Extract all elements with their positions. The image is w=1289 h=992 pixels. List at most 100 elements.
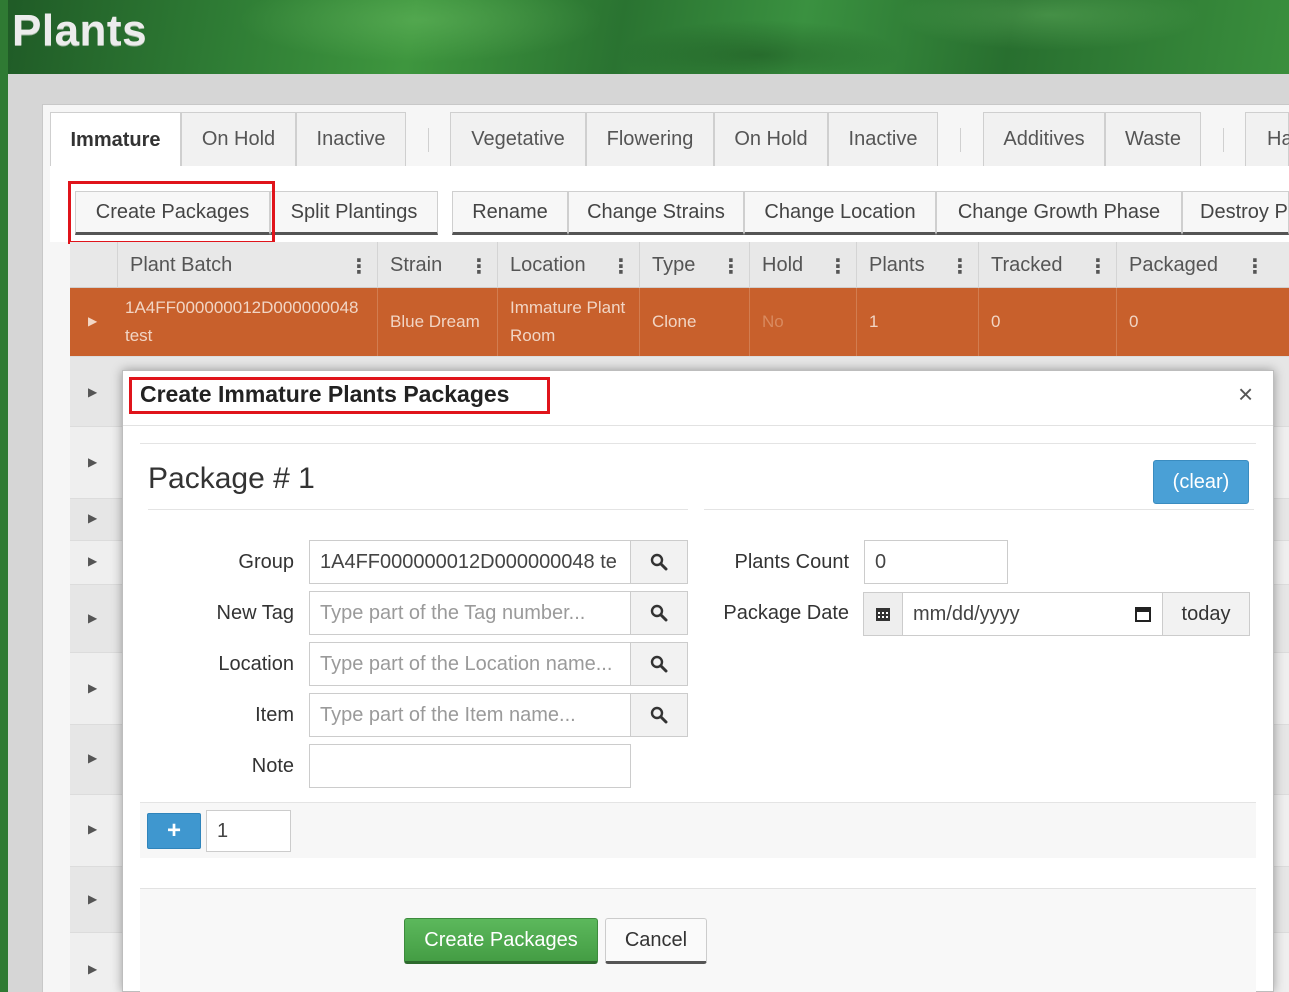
- group-input[interactable]: 1A4FF000000012D000000048 te: [309, 540, 631, 584]
- note-label: Note: [251, 755, 294, 777]
- new-tag-search-button[interactable]: [630, 591, 688, 635]
- group-search-button[interactable]: [630, 540, 688, 584]
- new-tag-label: New Tag: [216, 602, 294, 624]
- calendar-addon: [863, 592, 903, 636]
- tab-waste[interactable]: Waste: [1105, 112, 1201, 166]
- tab-separator: [1223, 128, 1224, 152]
- expand-row-icon[interactable]: ▶: [88, 455, 97, 469]
- modal-title: Create Immature Plants Packages: [140, 381, 510, 407]
- change-growth-phase-button[interactable]: Change Growth Phase: [936, 191, 1182, 235]
- tab-inactive-2[interactable]: Inactive: [828, 112, 938, 166]
- today-button[interactable]: today: [1162, 592, 1250, 636]
- expand-row-icon[interactable]: ▶: [88, 962, 97, 976]
- clear-button[interactable]: (clear): [1153, 460, 1249, 504]
- plus-icon: +: [166, 817, 181, 844]
- column-label: Type: [652, 253, 696, 276]
- cell-plant-batch: 1A4FF000000012D000000048 test: [113, 288, 377, 356]
- column-location[interactable]: Location ⋮: [497, 242, 639, 288]
- date-placeholder: mm/dd/yyyy: [913, 602, 1020, 625]
- group-label: Group: [238, 551, 294, 573]
- column-strain[interactable]: Strain ⋮: [377, 242, 497, 288]
- column-menu-icon[interactable]: ⋮: [721, 254, 741, 279]
- create-packages-button[interactable]: Create Packages: [75, 191, 270, 235]
- column-menu-icon[interactable]: ⋮: [349, 254, 369, 279]
- column-plant-batch[interactable]: Plant Batch ⋮: [117, 242, 377, 288]
- tab-immature[interactable]: Immature: [50, 112, 181, 168]
- expand-row-icon[interactable]: ▶: [88, 751, 97, 765]
- column-packaged[interactable]: Packaged ⋮: [1116, 242, 1273, 288]
- location-label: Location: [218, 653, 294, 675]
- new-tag-input[interactable]: Type part of the Tag number...: [309, 591, 631, 635]
- tab-separator: [428, 128, 429, 152]
- rename-button[interactable]: Rename: [452, 191, 568, 235]
- package-title: Package # 1: [148, 462, 315, 495]
- split-plantings-button[interactable]: Split Plantings: [270, 191, 438, 235]
- column-type[interactable]: Type ⋮: [639, 242, 749, 288]
- cell-plants: 1: [856, 288, 978, 356]
- change-strains-button[interactable]: Change Strains: [568, 191, 744, 235]
- column-plants[interactable]: Plants ⋮: [856, 242, 978, 288]
- expand-row-icon[interactable]: ▶: [88, 511, 97, 525]
- tab-inactive[interactable]: Inactive: [296, 112, 406, 166]
- plants-count-input[interactable]: 0: [864, 540, 1008, 584]
- create-packages-submit-button[interactable]: Create Packages: [404, 918, 598, 964]
- expand-row-icon[interactable]: ▶: [88, 892, 97, 906]
- location-line2: Room: [510, 326, 556, 345]
- column-label: Tracked: [991, 253, 1063, 276]
- close-icon[interactable]: ×: [1238, 379, 1253, 410]
- item-input[interactable]: Type part of the Item name...: [309, 693, 631, 737]
- note-input[interactable]: [309, 744, 631, 788]
- tab-separator: [960, 128, 961, 152]
- column-label: Strain: [390, 253, 443, 276]
- search-icon: [650, 553, 668, 571]
- column-label: Hold: [762, 253, 804, 276]
- expand-row-icon[interactable]: ▶: [88, 554, 97, 568]
- column-hold[interactable]: Hold ⋮: [749, 242, 856, 288]
- plant-batch-id: 1A4FF000000012D000000048: [125, 298, 359, 317]
- tab-on-hold-2[interactable]: On Hold: [714, 112, 828, 166]
- tab-on-hold[interactable]: On Hold: [181, 112, 296, 166]
- package-title-divider: [148, 509, 688, 510]
- left-rail: [0, 0, 8, 992]
- column-menu-icon[interactable]: ⋮: [469, 254, 489, 279]
- add-count-input[interactable]: 1: [206, 810, 291, 852]
- column-menu-icon[interactable]: ⋮: [1245, 254, 1265, 279]
- expand-row-icon[interactable]: ▶: [88, 385, 97, 399]
- page-header: Plants: [0, 0, 1289, 80]
- column-menu-icon[interactable]: ⋮: [828, 254, 848, 279]
- expand-row-icon[interactable]: ▶: [88, 611, 97, 625]
- location-input[interactable]: Type part of the Location name...: [309, 642, 631, 686]
- plant-batch-name: test: [125, 326, 153, 345]
- cell-location: Immature Plant Room: [497, 288, 639, 356]
- destroy-plants-button[interactable]: Destroy P: [1182, 191, 1289, 235]
- column-label: Plant Batch: [130, 253, 233, 276]
- package-date-input[interactable]: mm/dd/yyyy: [902, 592, 1163, 636]
- column-label: Location: [510, 253, 586, 276]
- tab-flowering[interactable]: Flowering: [586, 112, 714, 166]
- location-search-button[interactable]: [630, 642, 688, 686]
- item-search-button[interactable]: [630, 693, 688, 737]
- package-date-label: Package Date: [723, 602, 849, 624]
- column-menu-icon[interactable]: ⋮: [1088, 254, 1108, 279]
- date-picker-icon[interactable]: [1134, 605, 1152, 623]
- column-menu-icon[interactable]: ⋮: [611, 254, 631, 279]
- location-line1: Immature Plant: [510, 298, 626, 317]
- column-menu-icon[interactable]: ⋮: [950, 254, 970, 279]
- tab-additives[interactable]: Additives: [983, 112, 1105, 166]
- expand-row-icon[interactable]: ▶: [88, 681, 97, 695]
- column-tracked[interactable]: Tracked ⋮: [978, 242, 1116, 288]
- add-package-row: [140, 802, 1256, 858]
- page-title: Plants: [12, 6, 148, 55]
- tab-harvested[interactable]: Ha: [1245, 112, 1289, 166]
- cell-tracked: 0: [978, 288, 1116, 356]
- cell-packaged: 0: [1116, 288, 1273, 356]
- change-location-button[interactable]: Change Location: [744, 191, 936, 235]
- expand-row-icon[interactable]: ▶: [88, 314, 97, 328]
- package-panel: [140, 443, 1256, 859]
- package-title-divider: [704, 509, 1254, 510]
- expand-row-icon[interactable]: ▶: [88, 822, 97, 836]
- tab-vegetative[interactable]: Vegetative: [450, 112, 586, 166]
- add-package-button[interactable]: +: [147, 813, 201, 849]
- item-label: Item: [255, 704, 294, 726]
- cancel-button[interactable]: Cancel: [605, 918, 707, 964]
